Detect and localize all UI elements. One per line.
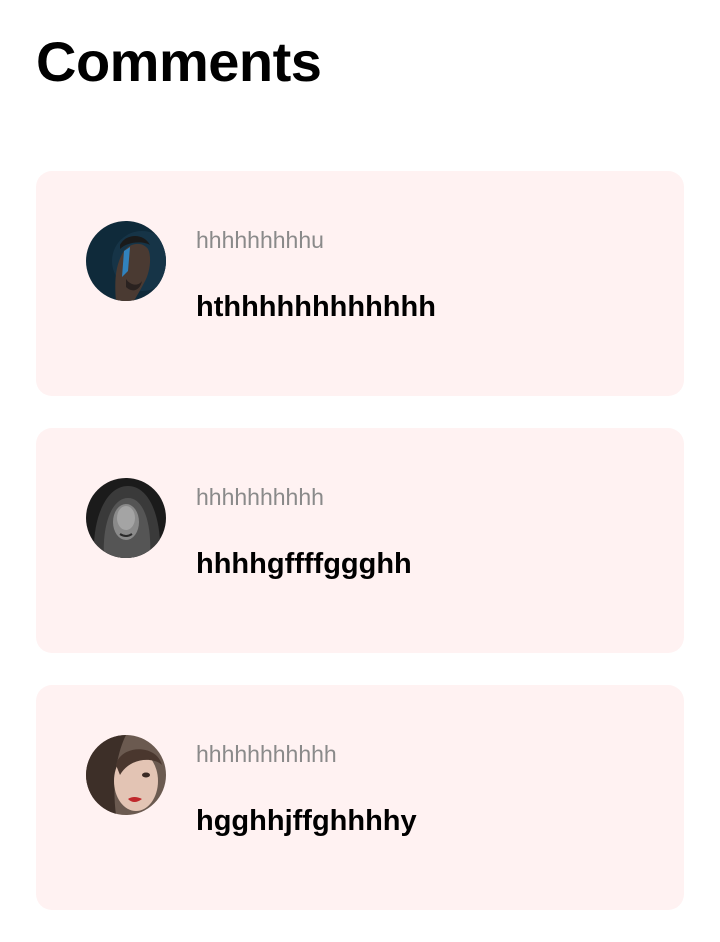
- comment-author: hhhhhhhhhh: [196, 484, 324, 510]
- avatar-icon[interactable]: [86, 221, 166, 301]
- comment-text: hhhhgffffggghh: [196, 548, 412, 580]
- comment-text: hgghhjffghhhhy: [196, 805, 417, 837]
- comment-text: hthhhhhhhhhhhh: [196, 291, 436, 323]
- comment-card[interactable]: hhhhhhhhhhh hgghhjffghhhhy: [36, 685, 684, 910]
- page-title: Comments: [36, 30, 322, 93]
- comment-author: hhhhhhhhhhh: [196, 741, 337, 767]
- avatar-icon[interactable]: [86, 735, 166, 815]
- comment-list: hhhhhhhhhu hthhhhhhhhhhhh hhhhhhhhhh hhh…: [36, 171, 684, 942]
- comment-author: hhhhhhhhhu: [196, 227, 324, 253]
- avatar-icon[interactable]: [86, 478, 166, 558]
- comment-card[interactable]: hhhhhhhhhh hhhhgffffggghh: [36, 428, 684, 653]
- comment-card[interactable]: hhhhhhhhhu hthhhhhhhhhhhh: [36, 171, 684, 396]
